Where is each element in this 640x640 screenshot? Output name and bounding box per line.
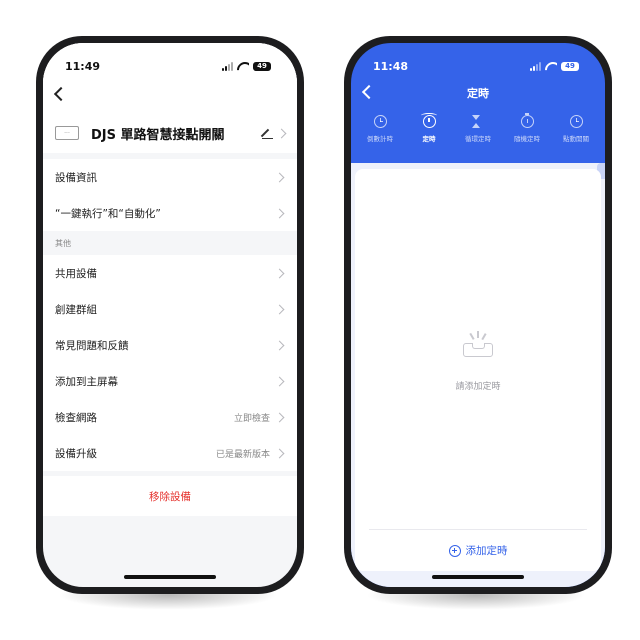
signal-icon — [530, 61, 541, 71]
wifi-icon — [237, 62, 249, 71]
screen: 11:49 49 ··· DJS 單路智慧接點開關 設備資訊 “一鍵執行”和“自… — [43, 43, 297, 587]
tab-label: 循環定時 — [465, 135, 491, 143]
row-scene-automation[interactable]: “一鍵執行”和“自動化” — [43, 195, 297, 231]
empty-box-icon — [463, 331, 493, 357]
status-time: 11:48 — [373, 59, 409, 73]
chevron-right-icon — [274, 412, 285, 422]
row-label: 常見問題和反饋 — [55, 339, 129, 352]
row-faq-feedback[interactable]: 常見問題和反饋 — [43, 327, 297, 363]
status-bar: 11:48 49 — [351, 43, 605, 81]
home-indicator[interactable] — [432, 575, 524, 579]
row-value: 已是最新版本 — [215, 449, 270, 460]
wifi-icon — [545, 62, 557, 71]
edit-icon[interactable] — [262, 127, 274, 139]
section-header-other: 其他 — [43, 231, 297, 255]
timer-list-card — [355, 169, 601, 571]
device-thumbnail-icon: ··· — [55, 126, 79, 140]
row-label: “一鍵執行”和“自動化” — [55, 207, 161, 220]
row-device-upgrade[interactable]: 設備升級 已是最新版本 — [43, 435, 297, 471]
row-label: 共用設備 — [55, 267, 97, 280]
stage: 11:49 49 ··· DJS 單路智慧接點開關 設備資訊 “一鍵執行”和“自… — [0, 0, 640, 640]
chevron-right-icon — [274, 340, 285, 350]
status-icons: 49 — [222, 61, 271, 71]
tab-label: 定時 — [422, 135, 436, 143]
phone-timer: 11:48 49 定時 倒數計時 定時 循環定時 隨機定時 點動開關 請添加定時… — [344, 36, 612, 594]
screen: 11:48 49 定時 倒數計時 定時 循環定時 隨機定時 點動開關 請添加定時… — [351, 43, 605, 587]
clock-icon — [569, 115, 583, 128]
battery-icon: 49 — [253, 61, 271, 71]
chevron-right-icon — [274, 376, 285, 386]
signal-icon — [222, 61, 233, 71]
page-title: 定時 — [467, 87, 489, 100]
alarm-clock-icon — [420, 113, 437, 128]
tab-countdown[interactable]: 倒數計時 — [357, 115, 403, 151]
tab-label: 隨機定時 — [514, 135, 540, 143]
tab-cycle[interactable]: 循環定時 — [455, 115, 501, 151]
home-indicator[interactable] — [124, 575, 216, 579]
row-add-to-home[interactable]: 添加到主屏幕 — [43, 363, 297, 399]
phone-device-settings: 11:49 49 ··· DJS 單路智慧接點開關 設備資訊 “一鍵執行”和“自… — [36, 36, 304, 594]
chevron-right-icon — [274, 172, 285, 182]
status-icons: 49 — [530, 61, 579, 71]
row-label: 檢查網路 — [55, 411, 97, 424]
tab-label: 倒數計時 — [367, 135, 393, 143]
divider — [369, 529, 587, 530]
back-icon[interactable] — [53, 87, 67, 101]
remove-device-button[interactable]: 移除設備 — [43, 476, 297, 516]
settings-list-top: 設備資訊 “一鍵執行”和“自動化” 其他 共用設備 創建群組 常見問題和反饋 添… — [43, 159, 297, 471]
chevron-right-icon — [276, 128, 287, 138]
tab-inching[interactable]: 點動開關 — [553, 115, 599, 151]
row-check-network[interactable]: 檢查網路 立即檢查 — [43, 399, 297, 435]
chevron-right-icon — [274, 208, 285, 218]
plus-circle-icon — [448, 544, 461, 557]
row-share-device[interactable]: 共用設備 — [43, 255, 297, 291]
add-timer-label: 添加定時 — [465, 545, 508, 557]
row-label: 設備升級 — [55, 447, 97, 460]
status-time: 11:49 — [65, 59, 101, 73]
device-name: DJS 單路智慧接點開關 — [91, 127, 225, 143]
hourglass-icon — [471, 115, 485, 128]
clock-icon — [373, 115, 387, 128]
stopwatch-icon — [520, 113, 534, 128]
row-value: 立即檢查 — [233, 413, 270, 424]
status-bar: 11:49 49 — [43, 43, 297, 81]
battery-icon: 49 — [561, 61, 579, 71]
empty-state-text: 請添加定時 — [455, 382, 501, 392]
chevron-right-icon — [274, 448, 285, 458]
row-label: 創建群組 — [55, 303, 97, 316]
timer-tabs: 倒數計時 定時 循環定時 隨機定時 點動開關 — [357, 113, 599, 151]
row-create-group[interactable]: 創建群組 — [43, 291, 297, 327]
chevron-right-icon — [274, 304, 285, 314]
tab-random[interactable]: 隨機定時 — [504, 113, 550, 151]
row-label: 設備資訊 — [55, 171, 97, 184]
tab-label: 點動開關 — [563, 135, 589, 143]
add-timer-button[interactable]: 添加定時 — [351, 543, 605, 558]
row-device-info[interactable]: 設備資訊 — [43, 159, 297, 195]
row-label: 添加到主屏幕 — [55, 375, 118, 388]
tab-schedule[interactable]: 定時 — [406, 113, 452, 151]
chevron-right-icon — [274, 268, 285, 278]
device-name-row[interactable]: ··· DJS 單路智慧接點開關 — [55, 117, 287, 149]
